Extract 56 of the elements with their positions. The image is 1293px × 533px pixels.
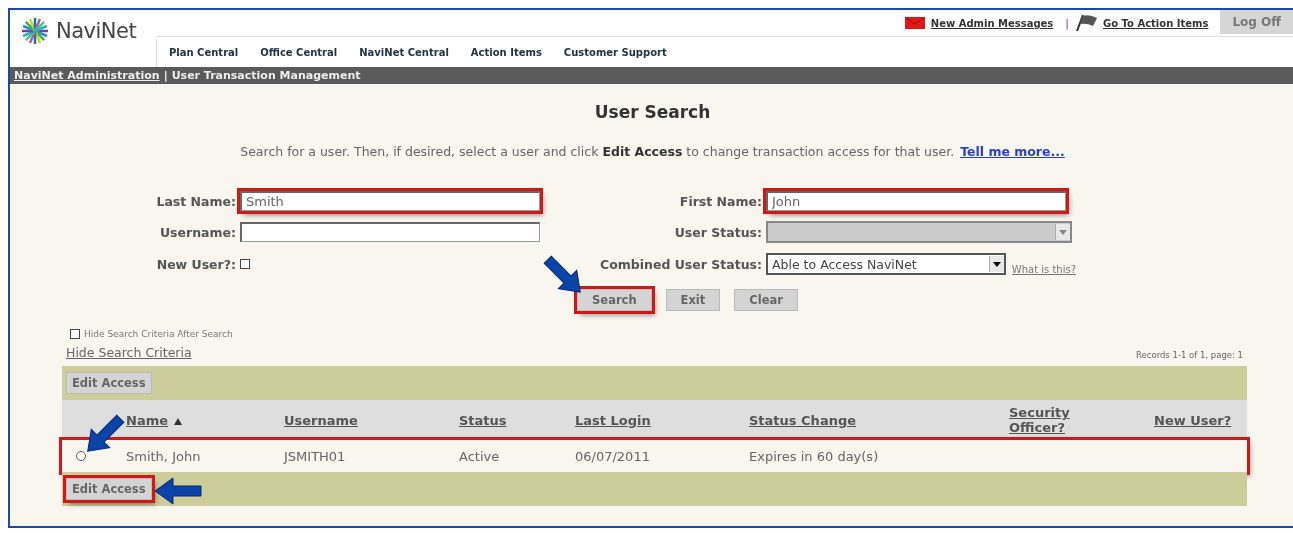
nav-tab[interactable]: Plan Central — [169, 47, 239, 67]
breadcrumb-current: User Transaction Management — [171, 69, 361, 82]
button[interactable]: Search — [577, 289, 652, 311]
button[interactable]: Clear — [734, 289, 798, 311]
column-header[interactable]: Last Login — [575, 412, 651, 428]
logoff-button[interactable]: Log Off — [1220, 10, 1293, 34]
checkbox-label: Hide Search Criteria After Search — [84, 329, 233, 339]
table-cell: Expires in 60 day(s) — [749, 448, 879, 464]
help-link[interactable]: What is this? — [1011, 264, 1076, 275]
button[interactable]: Exit — [665, 289, 721, 311]
table-cell: Smith, John — [126, 448, 201, 464]
nav-tab[interactable]: Office Central — [260, 47, 338, 67]
field-label: Combined User Status: — [599, 256, 762, 272]
checkbox[interactable] — [70, 329, 80, 339]
field-label: New User?: — [155, 256, 236, 272]
table-cell: Active — [459, 448, 500, 464]
edit-access-button[interactable]: Edit Access — [66, 478, 152, 500]
records-count: Records 1-1 of 1, page: 1 — [1136, 350, 1243, 360]
dropdown[interactable]: Able to Access NaviNet — [766, 253, 1006, 275]
input-field[interactable] — [240, 222, 540, 242]
instruction-text: Search for a user. Then, if desired, select a user and click Edit Access to change transaction access for that user. — [240, 144, 955, 159]
column-header[interactable]: Status — [459, 412, 507, 428]
nav-tab[interactable]: Customer Support — [563, 47, 667, 67]
link[interactable]: New Admin Messages — [930, 17, 1054, 29]
column-header[interactable]: Name — [126, 412, 182, 428]
radio-button[interactable] — [76, 451, 86, 461]
logo-text: NaviNet — [56, 19, 137, 43]
nav-tab[interactable]: Action Items — [470, 47, 542, 67]
column-header[interactable]: Username — [284, 412, 358, 428]
field-label: Last Name: — [155, 193, 236, 209]
table-cell: 06/07/2011 — [575, 448, 650, 464]
input-field[interactable]: Smith — [240, 191, 540, 211]
input-field[interactable]: John — [766, 191, 1066, 211]
separator: | — [163, 69, 168, 82]
separator: | — [1065, 16, 1069, 30]
link[interactable]: Go To Action Items — [1103, 17, 1209, 29]
column-header[interactable]: New User? — [1154, 412, 1234, 428]
caret-icon — [1059, 229, 1067, 235]
link[interactable]: Hide Search Criteria — [66, 345, 192, 360]
field-label: Username: — [158, 224, 236, 240]
caret-icon — [992, 261, 1001, 267]
nav-tab[interactable]: NaviNet Central — [359, 47, 449, 67]
column-header[interactable]: Status Change — [749, 412, 857, 428]
breadcrumb-link[interactable]: NaviNet Administration — [14, 69, 160, 82]
sort-ascending-icon — [174, 417, 182, 425]
edit-access-button[interactable]: Edit Access — [66, 372, 152, 394]
logo-icon — [20, 16, 50, 46]
flag-icon — [1075, 15, 1097, 31]
help-link[interactable]: Tell me more... — [960, 144, 1065, 159]
table-cell: JSMITH01 — [284, 448, 346, 464]
column-header[interactable]: Security Officer? — [1009, 405, 1089, 435]
envelope-icon — [904, 17, 925, 29]
field-label: First Name: — [678, 193, 762, 209]
checkbox[interactable] — [240, 259, 250, 269]
field-label: User Status: — [673, 224, 762, 240]
page-title: User Search — [593, 102, 712, 122]
